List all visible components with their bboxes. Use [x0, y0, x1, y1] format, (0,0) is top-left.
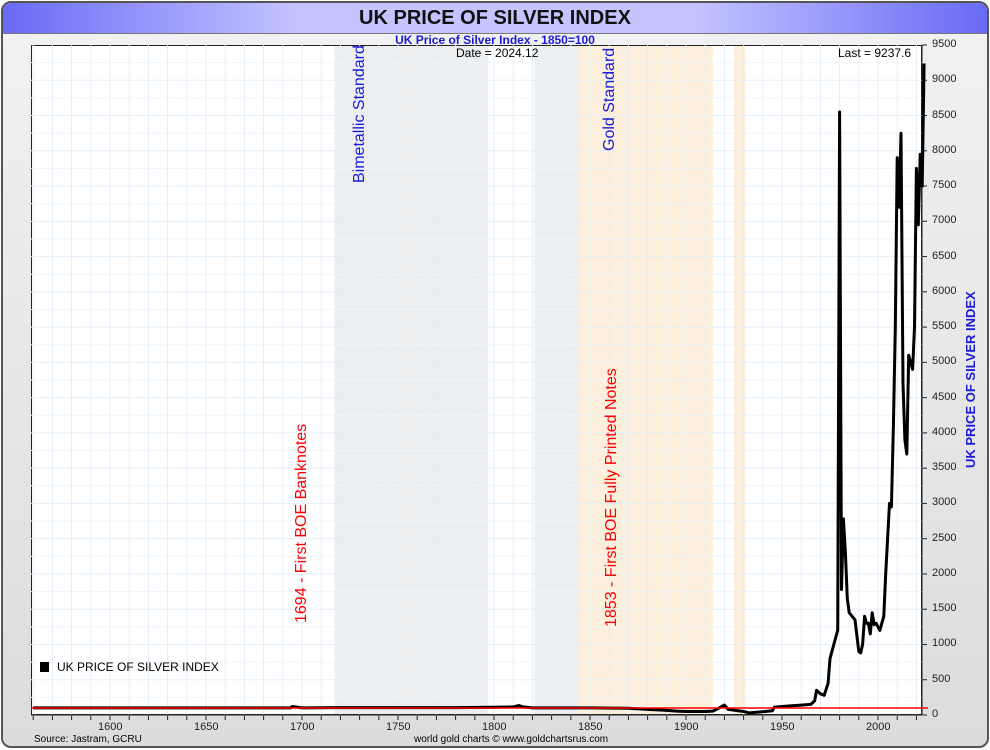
y-tick-label: 2500	[932, 531, 957, 544]
x-tick-label: 1600	[98, 721, 123, 733]
x-tick-label: 1850	[578, 721, 603, 733]
y-tick-label: 6000	[932, 284, 957, 297]
date-label: Date = 2024.12	[456, 46, 539, 60]
y-tick-label: 9000	[932, 73, 957, 86]
y-tick-label: 3000	[932, 496, 957, 509]
y-tick-label: 1500	[932, 602, 957, 615]
y-tick-label: 4500	[932, 390, 957, 403]
x-tick-label: 1650	[194, 721, 219, 733]
y-tick-label: 8000	[932, 143, 957, 156]
credit-label: world gold charts © www.goldchartsrus.co…	[414, 734, 609, 745]
x-tick-label: 1700	[290, 721, 315, 733]
annotation-bimetallic-standard: Bimetallic Standard	[351, 45, 368, 183]
y-tick-label: 9500	[932, 38, 957, 50]
y-tick-label: 3500	[932, 461, 957, 474]
x-tick-label: 1750	[386, 721, 411, 733]
y-tick-label: 2000	[932, 566, 957, 579]
y-tick-label: 7500	[932, 179, 957, 192]
legend-swatch	[40, 662, 49, 672]
x-tick-label: 1900	[674, 721, 699, 733]
x-tick-label: 1950	[770, 721, 795, 733]
y-tick-label: 500	[932, 672, 951, 685]
source-label: Source: Jastram, GCRU	[34, 734, 142, 745]
x-tick-label: 1800	[482, 721, 507, 733]
legend: UK PRICE OF SILVER INDEX	[40, 660, 219, 674]
y-tick-label: 0	[932, 708, 939, 720]
y-axis-label: UK PRICE OF SILVER INDEX	[963, 291, 978, 468]
annotation-gold-standard: Gold Standard	[601, 47, 618, 151]
x-tick-label: 2000	[866, 721, 891, 733]
y-tick-label: 7000	[932, 214, 957, 227]
annotation-1853-printed-notes: 1853 - First BOE Fully Printed Notes	[603, 368, 620, 627]
y-tick-label: 5500	[932, 320, 957, 333]
last-value-label: Last = 9237.6	[838, 46, 912, 60]
y-tick-label: 8500	[932, 108, 957, 121]
y-tick-label: 1000	[932, 637, 957, 650]
y-tick-label: 6500	[932, 249, 957, 262]
y-tick-label: 5000	[932, 355, 957, 368]
annotation-1694-banknotes: 1694 - First BOE Banknotes	[293, 423, 310, 623]
y-tick-label: 4000	[932, 425, 957, 438]
legend-label: UK PRICE OF SILVER INDEX	[57, 660, 219, 674]
chart-svg	[31, 44, 928, 720]
